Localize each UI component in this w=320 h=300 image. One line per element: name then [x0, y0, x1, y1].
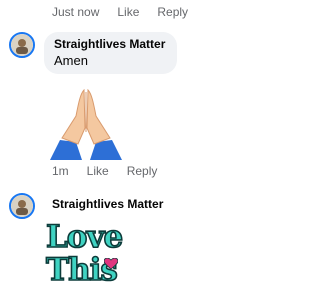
avatar-image	[11, 195, 33, 217]
avatar-image	[11, 34, 33, 56]
like-button[interactable]: Like	[117, 5, 139, 19]
comment-meta-row: Just now Like Reply	[52, 5, 206, 19]
like-button[interactable]: Like	[87, 164, 109, 178]
comment-meta-row: 1m Like Reply	[52, 164, 175, 178]
comment-text: Amen	[54, 53, 88, 68]
reply-button[interactable]: Reply	[157, 5, 188, 19]
timestamp: 1m	[52, 164, 69, 178]
love-this-sticker: Love This	[45, 219, 136, 292]
comment-author[interactable]: Straightlives Matter	[52, 197, 163, 211]
sticker-line-1: Love	[45, 219, 124, 255]
folded-hands-icon	[48, 88, 124, 165]
sticker-line-2: This	[45, 252, 118, 288]
heart-icon	[104, 258, 118, 270]
comment-bubble: Straightlives Matter Amen	[44, 32, 178, 74]
timestamp: Just now	[52, 5, 100, 19]
comment-author[interactable]: Straightlives Matter	[54, 37, 165, 51]
avatar[interactable]	[9, 193, 35, 219]
reply-button[interactable]: Reply	[127, 164, 158, 178]
avatar[interactable]	[9, 32, 35, 58]
